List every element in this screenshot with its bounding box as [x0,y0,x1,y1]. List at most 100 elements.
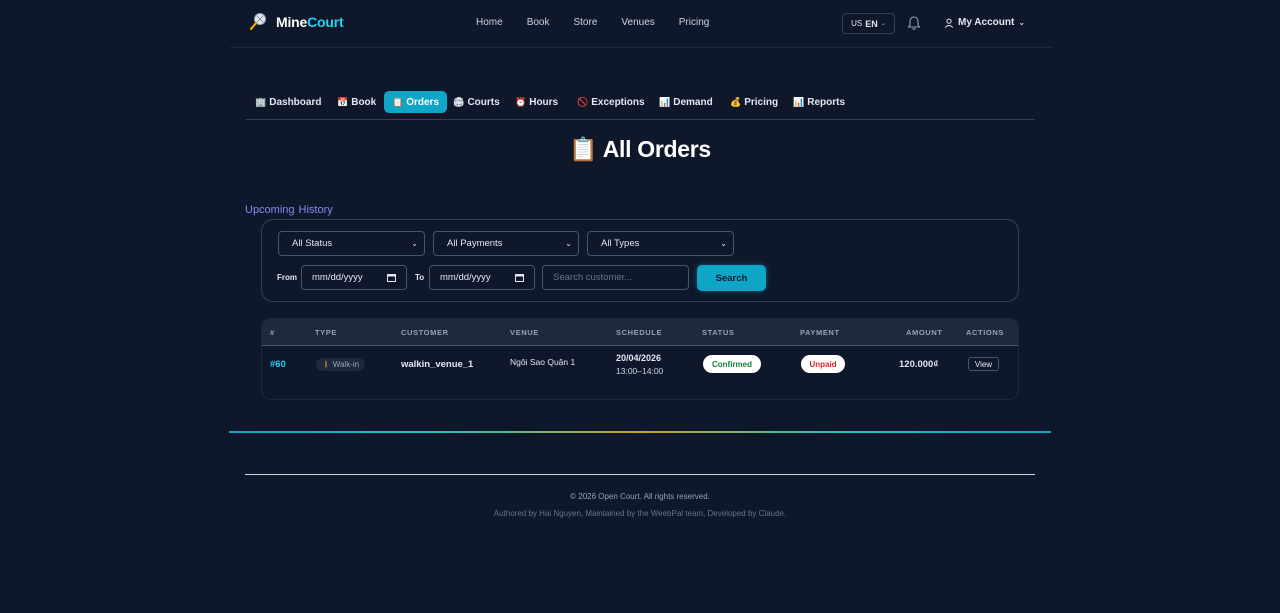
tab-courts[interactable]: 🏟 Courts [445,91,508,113]
top-header: MineCourt Home Book Store Venues Pricing… [230,0,1052,48]
dashboard-icon: 🏢 [255,96,267,107]
column-header: ACTIONS [966,328,1004,337]
column-header: AMOUNT [906,328,943,337]
tab-label: Reports [807,96,846,108]
tab-dashboard[interactable]: 🏢 Dashboard [247,91,329,113]
language-code: EN [865,18,878,29]
calendar-icon[interactable] [387,273,396,282]
user-icon [944,18,954,28]
chevron-down-icon: ⌄ [720,239,727,248]
column-header: TYPE [315,328,337,337]
footer-divider [245,474,1035,475]
table-header: # TYPE CUSTOMER VENUE SCHEDULE STATUS PA… [262,319,1018,346]
admin-tabs: 🏢 Dashboard 📅 Book 📋 Orders 🏟 Courts ⏰ H… [246,91,1035,120]
tab-book[interactable]: 📅 Book [329,91,384,113]
page-title-text: All Orders [602,136,712,162]
bar-chart-icon: 📊 [793,96,805,107]
tab-label: Pricing [744,96,779,108]
tab-label: Book [351,96,377,108]
bell-icon[interactable] [907,15,921,31]
tab-label: Dashboard [269,96,322,108]
footer-gradient-divider [229,431,1051,433]
search-button[interactable]: Search [697,265,766,291]
tab-hours[interactable]: ⏰ Hours [507,91,566,113]
order-subtabs: Upcoming History [245,204,333,216]
tab-demand[interactable]: 📊 Demand [651,91,721,113]
order-id-link[interactable]: #60 [270,359,286,370]
from-label: From [277,273,297,282]
payment-select-value: All Payments [447,238,503,249]
tab-label: Orders [406,96,440,108]
clipboard-icon: 📋 [569,136,598,162]
copyright-text: © 2026 Open Court. All rights reserved. [570,492,710,501]
search-placeholder: Search customer... [553,272,633,283]
status-select-value: All Status [292,238,333,249]
language-selector[interactable]: US EN ⌄ [842,13,895,34]
orders-table: # TYPE CUSTOMER VENUE SCHEDULE STATUS PA… [261,318,1019,400]
type-label: Walk-in [332,360,360,369]
type-select[interactable]: All Types ⌄ [587,231,734,256]
tab-label: Demand [673,96,713,108]
logo-text-mine: Mine [276,14,308,30]
tab-label: Exceptions [591,96,645,108]
payment-select[interactable]: All Payments ⌄ [433,231,579,256]
main-nav: Home Book Store Venues Pricing [476,17,733,28]
chevron-down-icon: ⌄ [411,239,418,248]
tab-orders[interactable]: 📋 Orders [384,91,448,113]
search-customer-input[interactable]: Search customer... [542,265,689,290]
filter-panel: All Status ⌄ All Payments ⌄ All Types ⌄ … [261,219,1019,302]
view-button[interactable]: View [968,357,999,371]
schedule-date: 20/04/2026 [616,353,662,363]
nav-venues[interactable]: Venues [621,17,654,28]
tab-label: Courts [467,96,500,108]
page-title: 📋 All Orders [0,136,1280,163]
tab-reports[interactable]: 📊 Reports [785,91,853,113]
flag-icon: US [851,19,863,28]
column-header: SCHEDULE [616,328,663,337]
column-header: CUSTOMER [401,328,449,337]
tab-pricing[interactable]: 💰 Pricing [722,91,786,113]
subtab-upcoming[interactable]: Upcoming [245,204,295,216]
bar-chart-icon: 📊 [659,96,671,107]
walking-icon: 🚶 [322,361,331,369]
calendar-icon: 📅 [337,96,349,107]
schedule-time: 13:00–14:00 [616,366,664,376]
column-header: PAYMENT [800,328,840,337]
account-label: My Account [958,17,1015,28]
column-header: VENUE [510,328,539,337]
racket-icon [249,13,266,31]
type-select-value: All Types [601,238,640,249]
customer-name: walkin_venue_1 [401,359,474,370]
status-badge: Confirmed [703,355,761,373]
nav-book[interactable]: Book [527,17,550,28]
calendar-icon[interactable] [515,273,524,282]
chevron-down-icon: ⌄ [1018,18,1026,27]
nav-pricing[interactable]: Pricing [679,17,710,28]
payment-badge: Unpaid [801,355,845,373]
chevron-down-icon: ⌄ [565,239,572,248]
clipboard-icon: 📋 [392,96,404,107]
from-date-input[interactable]: mm/dd/yyyy [301,265,407,290]
account-menu[interactable]: My Account ⌄ [944,17,1025,28]
from-date-value: mm/dd/yyyy [312,272,363,283]
prohibited-icon: 🚫 [577,96,589,107]
type-badge: 🚶 Walk-in [316,358,366,371]
nav-store[interactable]: Store [573,17,597,28]
money-bag-icon: 💰 [730,96,742,107]
tab-exceptions[interactable]: 🚫 Exceptions [569,91,653,113]
column-header: STATUS [702,328,735,337]
tab-label: Hours [529,96,559,108]
stadium-icon: 🏟 [453,96,465,107]
to-date-value: mm/dd/yyyy [440,272,491,283]
alarm-clock-icon: ⏰ [515,96,527,107]
to-date-input[interactable]: mm/dd/yyyy [429,265,535,290]
order-amount: 120.000₫ [899,359,939,370]
subtab-history[interactable]: History [299,204,333,216]
logo-text-court: Court [307,14,344,30]
nav-home[interactable]: Home [476,17,503,28]
logo[interactable]: MineCourt [248,12,344,32]
column-header: # [270,328,275,337]
chevron-down-icon: ⌄ [880,21,886,27]
authored-text: Authored by Hai Nguyen, Maintained by th… [493,509,787,518]
status-select[interactable]: All Status ⌄ [278,231,425,256]
